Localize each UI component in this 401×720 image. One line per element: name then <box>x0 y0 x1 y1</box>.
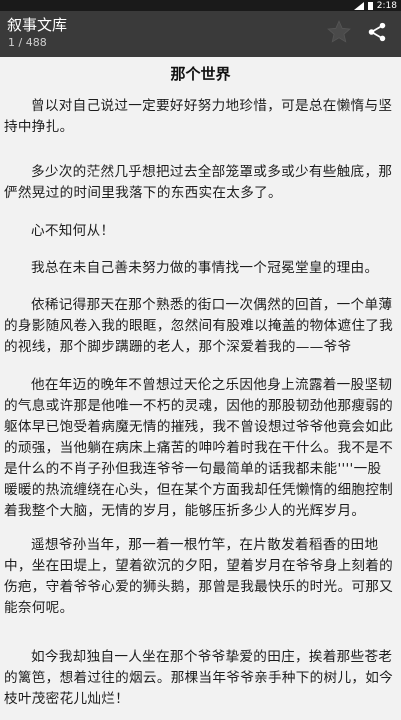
app-bar: 叙事文库 1 / 488 <box>0 11 401 57</box>
article-paragraph-4: 我总在未自己善未努力做的事情找一个冠冕堂皇的理由。 <box>31 260 379 276</box>
page-indicator: 1 / 488 <box>8 36 47 49</box>
article-paragraph-5: 依稀记得那天在那个熟悉的街口一次偶然的回首，一个单薄的身影随风卷入我的眼眶，忽然… <box>4 297 394 355</box>
app-title: 叙事文库 <box>7 16 68 34</box>
article-paragraph-7: 遥想爷孙当年，那一着一根竹竿，在片散发着稻香的田地中，坐在田堤上，望着欲沉的夕阳… <box>4 537 394 616</box>
article-paragraph-1: 曾以对自己说过一定要好好努力地珍惜，可是总在懒惰与坚持中挣扎。 <box>4 98 393 135</box>
article-paragraph-8: 如今我却独自一人坐在那个爷爷挚爱的田庄，挨着那些苍老的篱笆，想着过往的烟云。那棵… <box>4 649 394 707</box>
article-paragraph-3: 心不知何从！ <box>31 223 115 239</box>
share-icon[interactable] <box>366 21 388 43</box>
status-bar: 2:18 <box>0 0 401 11</box>
article-paragraph-6: 他在年迈的晚年不曾想过天伦之乐因他身上流露着一股坚韧的气息或许那是他唯一不朽的灵… <box>4 377 394 519</box>
status-time: 2:18 <box>376 0 397 11</box>
status-icons: 2:18 <box>353 0 397 11</box>
signal-icon <box>353 1 364 10</box>
article-title: 那个世界 <box>170 65 231 83</box>
star-icon[interactable] <box>326 19 352 45</box>
battery-icon <box>367 1 373 10</box>
article-reader[interactable]: 那个世界 曾以对自己说过一定要好好努力地珍惜，可是总在懒惰与坚持中挣扎。 多少次… <box>0 57 401 720</box>
article-paragraph-2: 多少次的茫然几乎想把过去全部笼罩或多或少有些触底，那俨然晃过的时间里我落下的东西… <box>4 164 393 201</box>
